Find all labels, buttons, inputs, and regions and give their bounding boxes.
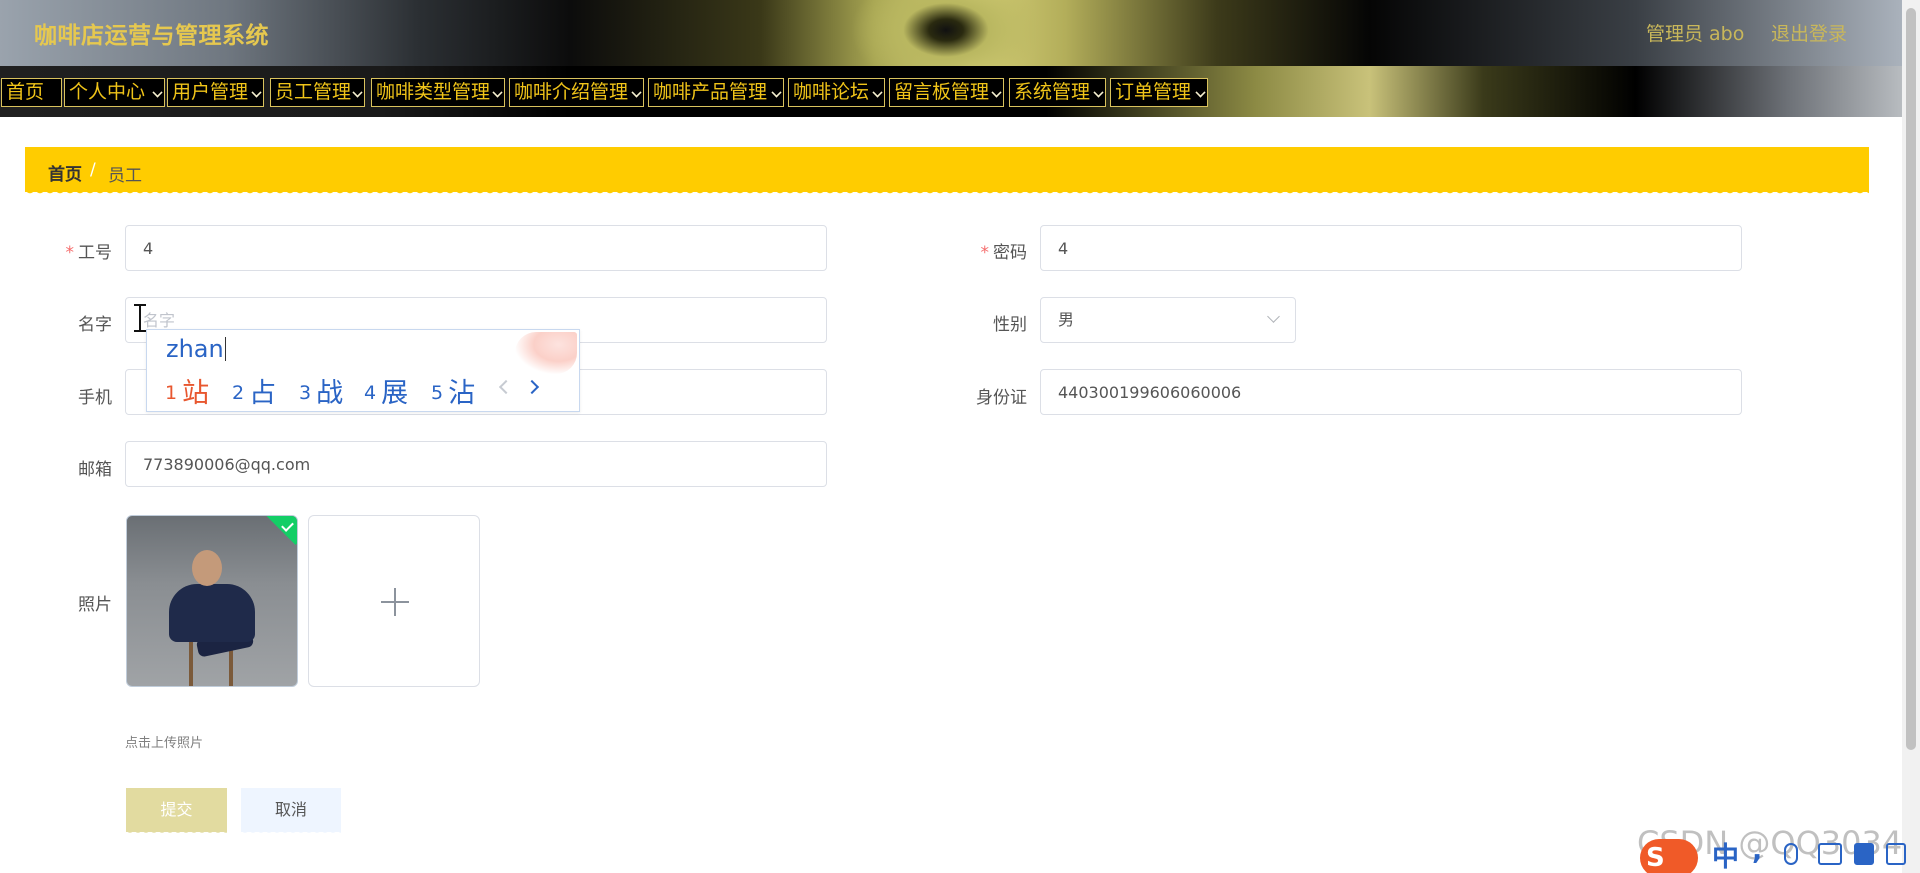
photo-person-body: [169, 584, 255, 642]
menu-item-coffee-type-management[interactable]: 咖啡类型管理: [371, 78, 505, 107]
microphone-icon[interactable]: [1784, 843, 1798, 865]
ime-tray: S 中 ,: [1640, 835, 1920, 873]
password-input[interactable]: [1040, 225, 1742, 271]
photo-label: 照片: [78, 595, 112, 615]
ime-language-toggle[interactable]: 中: [1712, 835, 1739, 873]
keyboard-icon[interactable]: [1818, 843, 1842, 865]
chevron-left-icon[interactable]: [498, 379, 514, 395]
cancel-button[interactable]: 取消: [241, 788, 341, 832]
menu-item-user-management[interactable]: 用户管理: [167, 78, 264, 107]
menu-item-order-management[interactable]: 订单管理: [1110, 78, 1208, 107]
submit-scallop-edge: [126, 829, 227, 837]
photo-person-head: [192, 550, 222, 586]
chevron-down-icon: [872, 87, 883, 98]
menu-item-label: 用户管理: [172, 81, 249, 103]
upload-tip: 点击上传照片: [125, 736, 204, 751]
top-header: 咖啡店运营与管理系统 管理员 abo 退出登录: [0, 0, 1902, 66]
breadcrumb-separator: /: [90, 160, 96, 180]
menu-item-label: 员工管理: [275, 81, 352, 103]
chevron-right-icon[interactable]: [524, 379, 540, 395]
sogou-logo-icon[interactable]: S: [1640, 839, 1698, 873]
toolbox-icon[interactable]: [1886, 843, 1906, 865]
menu-item-label: 咖啡介绍管理: [514, 81, 629, 103]
menu-item-label: 首页: [6, 81, 45, 103]
chevron-down-icon: [991, 87, 1002, 98]
menu-item-coffee-intro-management[interactable]: 咖啡介绍管理: [509, 78, 644, 107]
menu-item-message-board-management[interactable]: 留言板管理: [889, 78, 1004, 107]
menu-item-label: 系统管理: [1014, 81, 1091, 103]
cancel-scallop-edge: [241, 829, 341, 837]
name-label: 名字: [78, 315, 112, 335]
scrollbar-thumb[interactable]: [1906, 8, 1916, 750]
ime-candidate-2[interactable]: 2占: [232, 371, 276, 410]
chevron-down-icon: [1093, 87, 1104, 98]
required-asterisk: *: [980, 243, 990, 263]
email-label: 邮箱: [78, 460, 112, 480]
breadcrumb-current: 员工: [108, 166, 142, 186]
plus-icon: [394, 588, 396, 616]
id-card-input[interactable]: [1040, 369, 1742, 415]
menu-item-label: 咖啡类型管理: [376, 81, 491, 103]
chevron-down-icon: [492, 87, 503, 98]
breadcrumb: [25, 147, 1869, 192]
app-window: 咖啡店运营与管理系统 管理员 abo 退出登录 首页 个人中心 用户管理 员工管…: [0, 0, 1920, 873]
gender-selected-value: 男: [1058, 310, 1075, 329]
ime-candidate-1[interactable]: 1站: [165, 371, 209, 410]
ime-candidate-popup: zhan 1站 2占 3战 4展 5沾: [146, 329, 580, 412]
breadcrumb-scallop-edge: [25, 189, 1869, 197]
gender-select[interactable]: 男: [1040, 297, 1296, 343]
chevron-down-icon: [352, 87, 363, 98]
chevron-down-icon: [251, 87, 262, 98]
required-asterisk: *: [65, 243, 75, 263]
chevron-down-icon: [771, 87, 782, 98]
menu-item-label: 订单管理: [1115, 81, 1192, 103]
upload-success-badge: [263, 516, 297, 545]
menu-item-home[interactable]: 首页: [1, 78, 62, 107]
photo-thumbnail[interactable]: [126, 515, 298, 687]
menu-item-system-management[interactable]: 系统管理: [1009, 78, 1106, 107]
chevron-down-icon: [152, 87, 163, 98]
menu-item-coffee-product-management[interactable]: 咖啡产品管理: [648, 78, 784, 107]
menu-item-label: 咖啡产品管理: [653, 81, 768, 103]
menu-item-label: 留言板管理: [894, 81, 990, 103]
ime-caret: [224, 337, 227, 361]
photo-upload-button[interactable]: [308, 515, 480, 687]
ime-candidate-4[interactable]: 4展: [364, 371, 408, 410]
chevron-down-icon: [1267, 310, 1280, 323]
ime-candidate-5[interactable]: 5沾: [431, 371, 475, 410]
employee-id-input[interactable]: [125, 225, 827, 271]
menu-item-coffee-forum[interactable]: 咖啡论坛: [788, 78, 885, 107]
menu-item-employee-management[interactable]: 员工管理: [270, 78, 365, 107]
logout-link[interactable]: 退出登录: [1771, 19, 1847, 46]
punctuation-icon[interactable]: ,: [1752, 835, 1762, 866]
app-title: 咖啡店运营与管理系统: [34, 23, 269, 49]
ime-decoration: [515, 332, 577, 374]
chevron-down-icon: [1195, 87, 1206, 98]
skin-icon[interactable]: [1854, 843, 1874, 865]
employee-id-label: * 工号: [65, 243, 113, 263]
password-label: * 密码: [980, 243, 1028, 263]
menu-item-label: 个人中心: [69, 81, 146, 103]
email-input[interactable]: [125, 441, 827, 487]
phone-label: 手机: [78, 388, 112, 408]
admin-username: 管理员 abo: [1646, 23, 1745, 45]
chevron-down-icon: [631, 87, 642, 98]
submit-button[interactable]: 提交: [126, 788, 227, 832]
breadcrumb-home[interactable]: 首页: [48, 160, 82, 185]
ime-pinyin-composition: zhan: [166, 335, 227, 363]
id-card-label: 身份证: [976, 388, 1027, 408]
main-menu-bar: 首页 个人中心 用户管理 员工管理 咖啡类型管理 咖啡介绍管理 咖啡产品管理 咖…: [0, 66, 1902, 117]
gender-label: 性别: [993, 315, 1027, 335]
text-cursor-icon: [133, 304, 147, 332]
menu-item-personal-center[interactable]: 个人中心: [64, 78, 165, 107]
menu-item-label: 咖啡论坛: [793, 81, 870, 103]
ime-candidate-3[interactable]: 3战: [299, 371, 343, 410]
